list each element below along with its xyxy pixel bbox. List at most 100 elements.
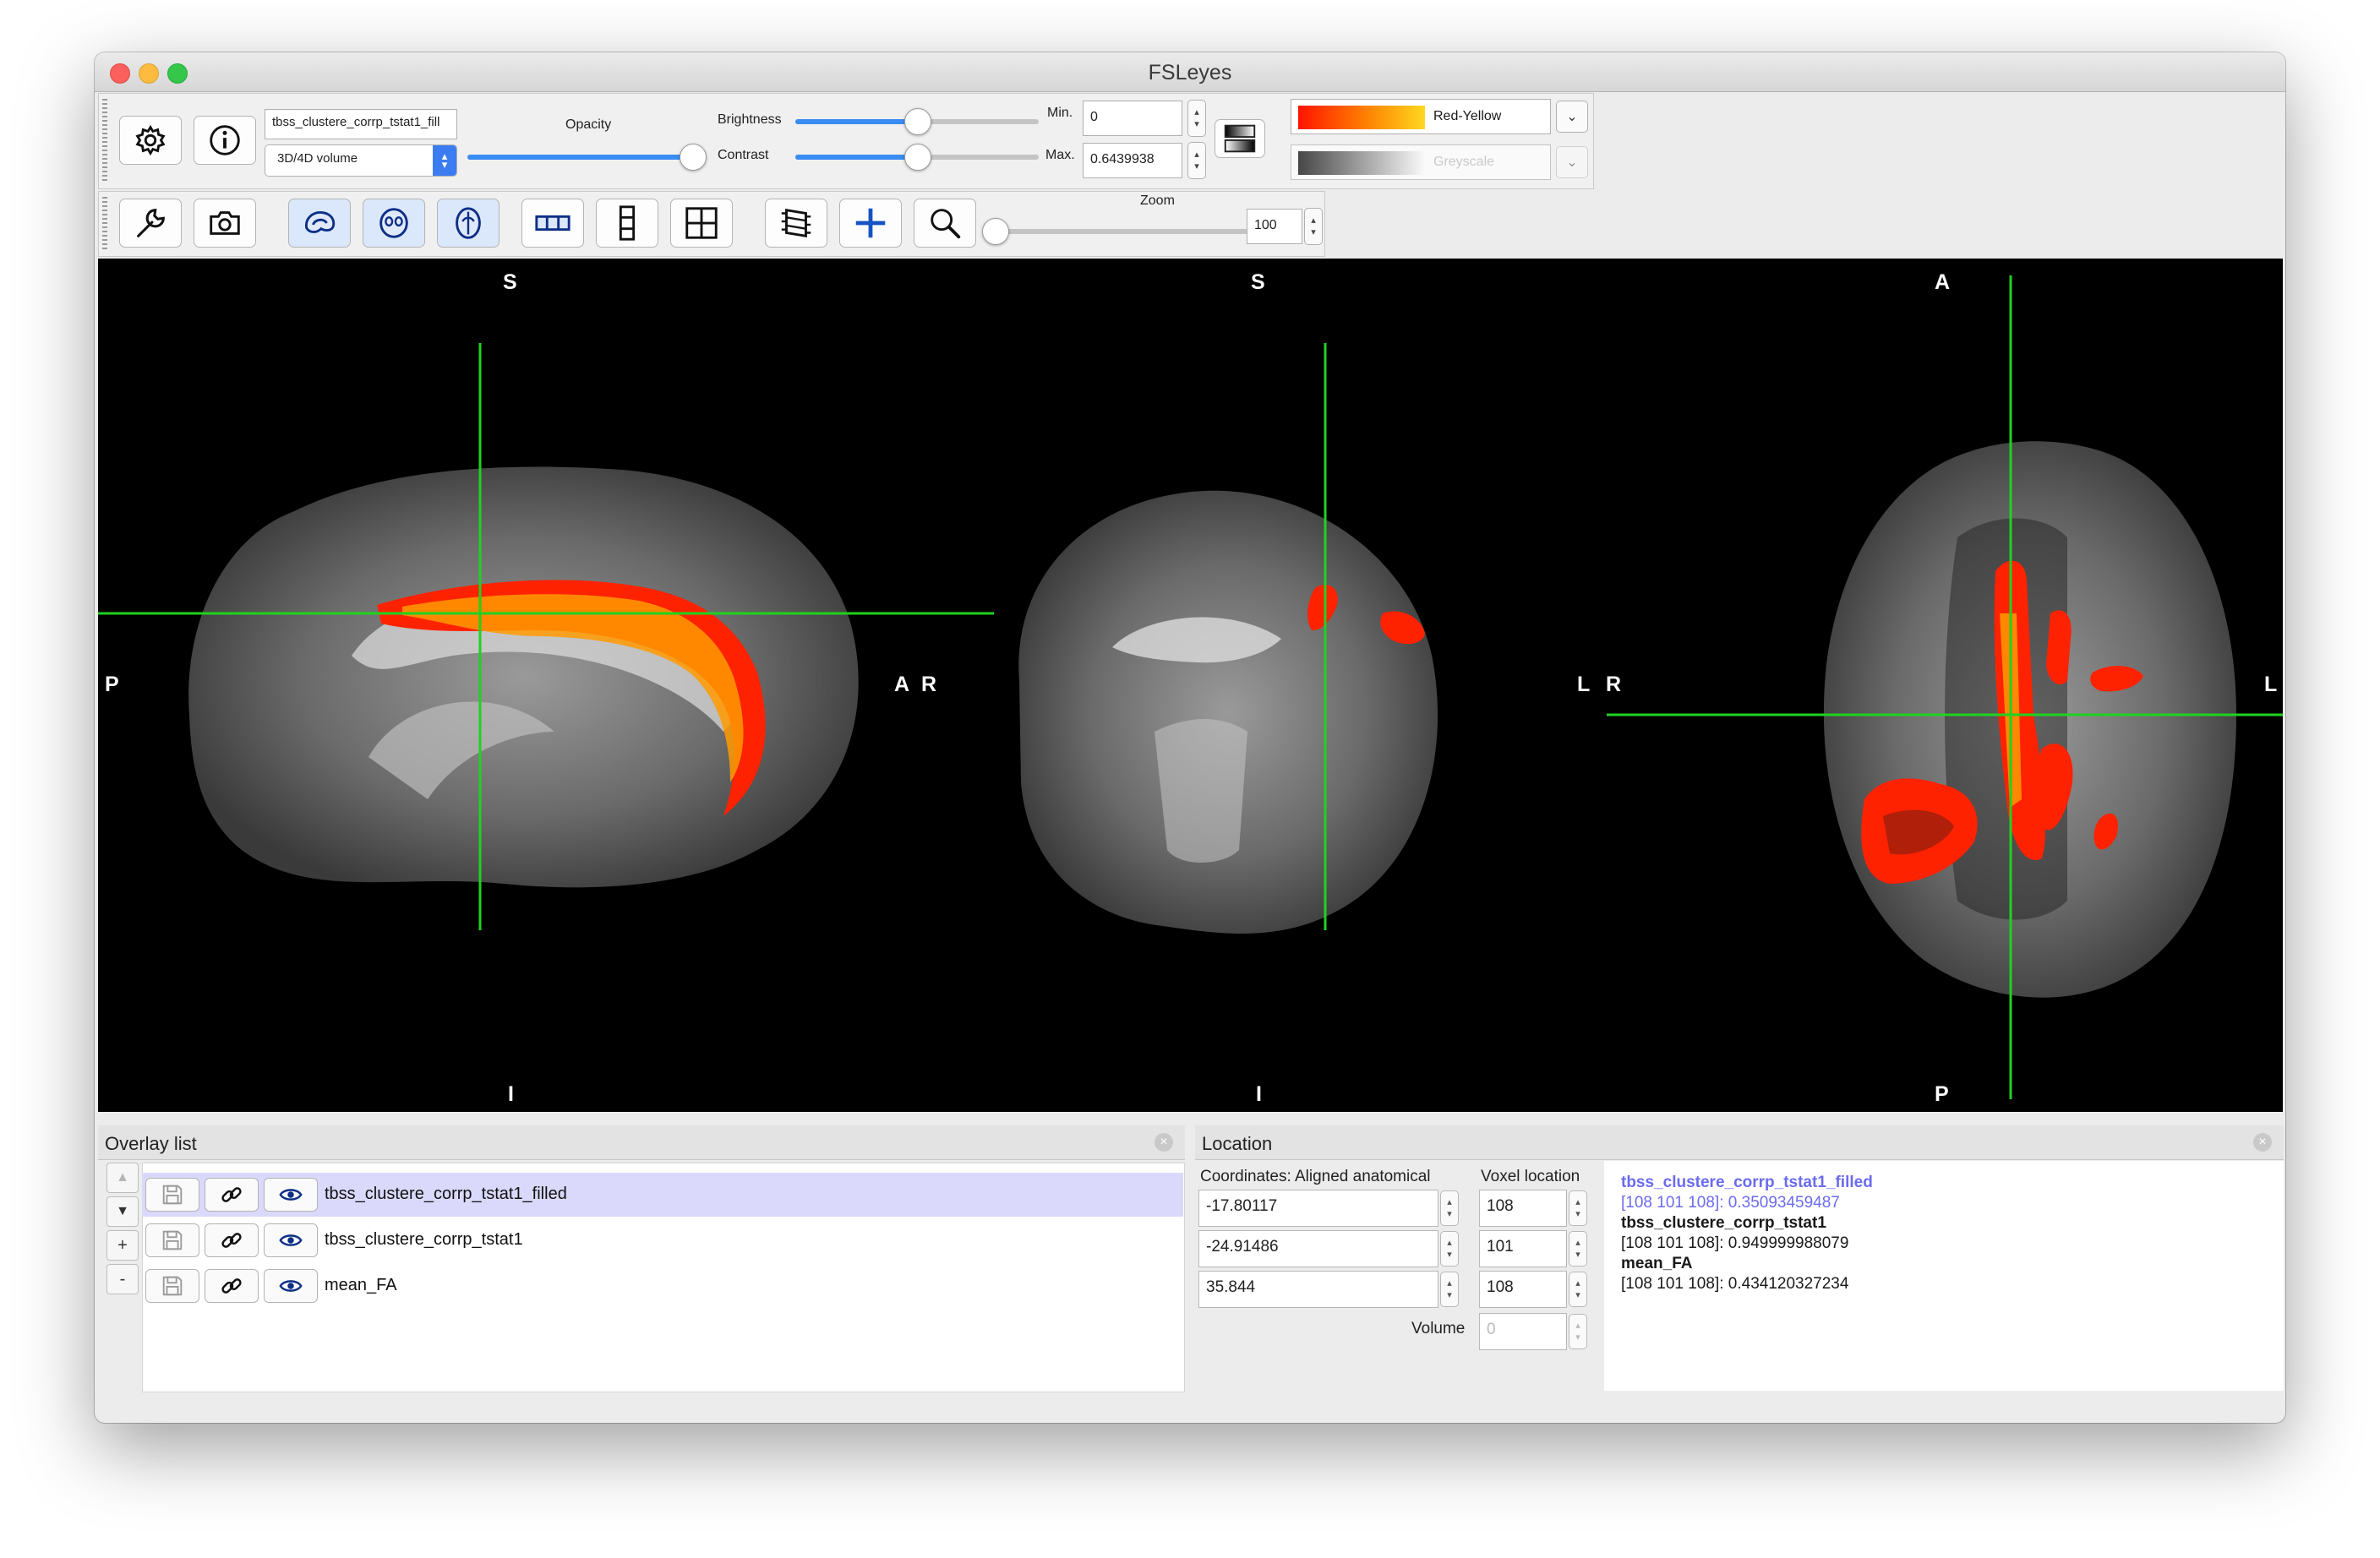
toggle-cursor-button[interactable]: [839, 199, 902, 248]
negative-colormap-dropdown-button[interactable]: ⌄: [1556, 146, 1588, 178]
coordinates-label: Coordinates: Aligned anatomical: [1200, 1168, 1431, 1185]
camera-icon: [210, 211, 240, 235]
coord-y-spinner[interactable]: ▴ ▾: [1440, 1231, 1459, 1267]
magnifier-icon: [931, 209, 961, 239]
save-overlay-button[interactable]: [145, 1269, 199, 1303]
view-settings-button[interactable]: [119, 199, 182, 248]
info-overlay-value: [108 101 108]: 0.434120327234: [1621, 1275, 1849, 1293]
chevron-down-icon: ⌄: [1566, 155, 1578, 170]
sagittal-superior-label: S: [503, 270, 517, 294]
window-title: FSLeyes: [1148, 61, 1232, 84]
reset-zoom-button[interactable]: [914, 199, 976, 248]
voxel-x-field[interactable]: 108: [1479, 1190, 1567, 1227]
toolbar-grip[interactable]: [102, 99, 107, 183]
negative-colormap-name: Greyscale: [1433, 155, 1495, 169]
movie-mode-button[interactable]: [765, 199, 827, 248]
save-overlay-button[interactable]: [145, 1178, 199, 1212]
zoom-field[interactable]: 100: [1247, 209, 1302, 244]
overlay-display-toolbar: tbss_clustere_corrp_tstat1_fill 3D/4D vo…: [98, 93, 1594, 189]
close-icon[interactable]: ×: [2253, 1133, 2272, 1152]
overlay-row[interactable]: mean_FA: [142, 1264, 1183, 1308]
move-overlay-up-button[interactable]: ▲: [106, 1163, 139, 1193]
overlay-info-button[interactable]: [194, 116, 256, 165]
overlay-name: tbss_clustere_corrp_tstat1: [325, 1230, 523, 1249]
max-spinner[interactable]: ▴ ▾: [1187, 142, 1206, 179]
info-overlay-name: tbss_clustere_corrp_tstat1: [1621, 1214, 1826, 1232]
screenshot-button[interactable]: [194, 199, 256, 248]
overlay-settings-button[interactable]: [119, 116, 182, 165]
location-title: Location: [1202, 1133, 1273, 1154]
zoom-slider-handle[interactable]: [982, 218, 1009, 245]
horizontal-layout-button[interactable]: [521, 199, 584, 248]
brightness-slider[interactable]: [795, 108, 1039, 135]
overlay-row[interactable]: tbss_clustere_corrp_tstat1_filled: [142, 1173, 1183, 1217]
voxel-y-field[interactable]: 101: [1479, 1230, 1567, 1267]
volume-field[interactable]: 0: [1479, 1313, 1567, 1350]
toggle-visibility-button[interactable]: [264, 1269, 318, 1303]
opacity-slider-handle[interactable]: [680, 144, 707, 171]
coord-z-spinner[interactable]: ▴ ▾: [1440, 1272, 1459, 1307]
volume-type-value: 3D/4D volume: [277, 151, 358, 166]
voxel-y-spinner[interactable]: ▴ ▾: [1569, 1231, 1587, 1267]
coord-y-field[interactable]: -24.91486: [1198, 1230, 1438, 1267]
link-icon: [221, 1278, 242, 1294]
toolbar-grip[interactable]: [102, 197, 107, 251]
save-overlay-button[interactable]: [145, 1223, 199, 1257]
axial-posterior-label: P: [1935, 1082, 1949, 1106]
add-overlay-button[interactable]: +: [106, 1230, 139, 1261]
toggle-visibility-button[interactable]: [264, 1178, 318, 1212]
floppy-disk-icon: [162, 1276, 183, 1296]
overlay-name-field[interactable]: tbss_clustere_corrp_tstat1_fill: [265, 109, 457, 139]
zoom-label: Zoom: [1140, 193, 1175, 208]
toggle-axial-button[interactable]: [437, 199, 499, 248]
min-spinner[interactable]: ▴ ▾: [1187, 100, 1206, 137]
coronal-superior-label: S: [1251, 270, 1265, 294]
axial-slice: [1823, 441, 2236, 998]
negative-colormap-select[interactable]: Greyscale: [1291, 144, 1551, 180]
voxel-z-field[interactable]: 108: [1479, 1271, 1567, 1308]
toggle-coronal-button[interactable]: [363, 199, 425, 248]
axial-left-label: L: [2264, 673, 2278, 696]
invert-icon: [1224, 124, 1256, 153]
link-overlay-button[interactable]: [205, 1223, 259, 1257]
grid-layout-button[interactable]: [670, 199, 733, 248]
max-field[interactable]: 0.6439938: [1083, 143, 1182, 178]
greyscale-colormap-swatch: [1298, 151, 1425, 175]
location-info-box: tbss_clustere_corrp_tstat1_filled [108 1…: [1604, 1161, 2284, 1391]
coord-x-field[interactable]: -17.80117: [1198, 1190, 1438, 1227]
coord-z-field[interactable]: 35.844: [1198, 1271, 1438, 1308]
opacity-slider[interactable]: [467, 144, 707, 171]
vertical-layout-icon: [619, 205, 636, 241]
overlay-row[interactable]: tbss_clustere_corrp_tstat1: [142, 1218, 1183, 1262]
brightness-slider-handle[interactable]: [904, 108, 931, 135]
min-field[interactable]: 0: [1083, 101, 1182, 136]
brightness-label: Brightness: [718, 112, 782, 127]
zoom-slider[interactable]: [982, 218, 1287, 245]
contrast-slider[interactable]: [795, 144, 1039, 171]
coord-x-spinner[interactable]: ▴ ▾: [1440, 1190, 1459, 1226]
horizontal-layout-icon: [535, 215, 570, 232]
ortho-toolbar: Zoom 100 ▴ ▾: [98, 191, 1325, 257]
toggle-visibility-button[interactable]: [264, 1223, 318, 1257]
colormap-select[interactable]: Red-Yellow: [1291, 99, 1551, 134]
contrast-slider-handle[interactable]: [904, 144, 931, 171]
link-overlay-button[interactable]: [205, 1269, 259, 1303]
voxel-z-spinner[interactable]: ▴ ▾: [1569, 1272, 1587, 1307]
vertical-layout-button[interactable]: [596, 199, 658, 248]
ortho-view-canvas[interactable]: S I P A S I R L A P R L: [98, 259, 2283, 1112]
link-overlay-button[interactable]: [205, 1178, 259, 1212]
toggle-sagittal-button[interactable]: [288, 199, 351, 248]
gear-icon: [135, 124, 166, 156]
voxel-x-spinner[interactable]: ▴ ▾: [1569, 1190, 1587, 1226]
invert-colormap-button[interactable]: [1215, 119, 1265, 158]
sagittal-brain-icon: [305, 211, 336, 233]
colormap-dropdown-button[interactable]: ⌄: [1556, 101, 1588, 133]
coronal-left-label: L: [1577, 673, 1591, 696]
zoom-spinner[interactable]: ▴ ▾: [1304, 208, 1323, 245]
volume-spinner[interactable]: ▴ ▾: [1569, 1314, 1587, 1349]
eye-icon: [279, 1280, 303, 1292]
volume-type-select[interactable]: 3D/4D volume ▴ ▾: [265, 144, 457, 177]
move-overlay-down-button[interactable]: ▼: [106, 1196, 139, 1227]
close-icon[interactable]: ×: [1155, 1133, 1173, 1152]
remove-overlay-button[interactable]: -: [106, 1264, 139, 1294]
